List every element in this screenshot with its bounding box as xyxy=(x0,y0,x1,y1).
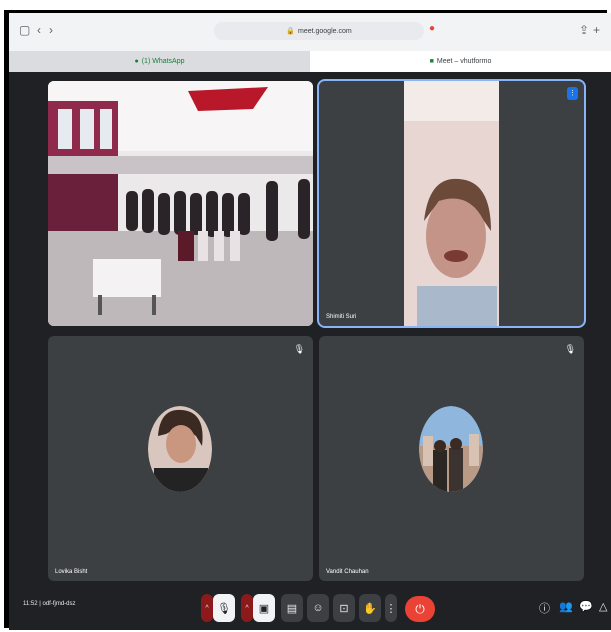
info-icon[interactable]: ⓘ xyxy=(539,600,550,616)
participant-name: Shimiti Suri xyxy=(326,314,357,320)
mic-off-icon: 🎙 xyxy=(293,344,305,354)
camera-off-icon: ▣ xyxy=(258,602,270,615)
more-vert-icon: ⋮ xyxy=(385,602,397,615)
present-button[interactable]: ⊡ xyxy=(333,594,355,622)
mic-indicator-icon[interactable]: ● xyxy=(429,23,435,34)
tab-strip: ● (1) WhatsApp ■ Meet – vhutformo xyxy=(9,51,611,72)
browser-chrome: ▢ ‹ › 🔒 meet.google.com ● ⇪ + ● (1) What… xyxy=(9,13,611,72)
people-icon[interactable]: 👥 xyxy=(559,600,573,613)
address-bar[interactable]: 🔒 meet.google.com xyxy=(214,22,424,40)
share-icon[interactable]: ⇪ xyxy=(579,23,589,37)
meeting-code: odf-fjmd-dsz xyxy=(42,601,76,607)
chevron-up-icon: ^ xyxy=(205,604,209,612)
tab-meet[interactable]: ■ Meet – vhutformo xyxy=(310,51,611,72)
participant-tile-vandit[interactable]: 🎙 Vandit Chauhan xyxy=(319,336,584,581)
room-video xyxy=(48,81,313,326)
activities-icon[interactable]: △ xyxy=(599,600,607,613)
pin-icon[interactable]: ⋮ xyxy=(567,87,578,100)
chevron-up-icon: ^ xyxy=(245,604,249,612)
sidebar-icon[interactable]: ▢ xyxy=(19,23,30,37)
participant-avatar xyxy=(419,406,483,492)
meeting-info: 11:52 | odf-fjmd-dsz xyxy=(23,601,76,607)
participant-tile-room[interactable] xyxy=(48,81,313,326)
participant-name: Vandit Chauhan xyxy=(326,569,369,575)
tab-label: (1) WhatsApp xyxy=(141,58,185,65)
meeting-time: 11:52 xyxy=(23,601,38,607)
forward-icon[interactable]: › xyxy=(49,23,53,37)
chat-icon[interactable]: 💬 xyxy=(579,600,593,613)
participant-avatar xyxy=(148,406,212,492)
mic-off-icon: 🎙 xyxy=(217,602,231,615)
mic-options-button[interactable]: ^ xyxy=(201,594,213,622)
whatsapp-icon: ● xyxy=(134,58,139,65)
mic-toggle-button[interactable]: 🎙 xyxy=(213,594,235,622)
captions-button[interactable]: ▤ xyxy=(281,594,303,622)
lock-icon: 🔒 xyxy=(286,28,295,35)
speaker-video xyxy=(404,81,499,326)
mic-off-icon: 🎙 xyxy=(564,344,576,354)
raise-hand-button[interactable]: ✋ xyxy=(359,594,381,622)
new-tab-icon[interactable]: + xyxy=(593,23,600,37)
emoji-icon: ☺ xyxy=(312,602,324,614)
camera-toggle-button[interactable]: ▣ xyxy=(253,594,275,622)
participant-name: Lovika Bisht xyxy=(55,569,88,575)
captions-icon: ▤ xyxy=(286,602,298,615)
tab-whatsapp[interactable]: ● (1) WhatsApp xyxy=(9,51,310,72)
more-options-button[interactable]: ⋮ xyxy=(385,594,397,622)
tab-label: Meet – vhutformo xyxy=(436,58,492,65)
meet-window: ⋮ Shimiti Suri 🎙 Lovika Bisht 🎙 Vandit C… xyxy=(9,72,611,630)
back-icon[interactable]: ‹ xyxy=(37,23,41,37)
meet-icon: ■ xyxy=(429,58,434,65)
browser-toolbar: ▢ ‹ › 🔒 meet.google.com ● ⇪ + xyxy=(9,13,611,49)
url-text: meet.google.com xyxy=(298,27,352,35)
emoji-button[interactable]: ☺ xyxy=(307,594,329,622)
meeting-controls: 11:52 | odf-fjmd-dsz ^ 🎙 ^ ▣ ▤ ☺ ⊡ ✋ ⋮ ⏻… xyxy=(9,586,611,630)
leave-call-button[interactable]: ⏻ xyxy=(405,596,435,622)
participant-tile-speaker[interactable]: ⋮ Shimiti Suri xyxy=(317,79,586,328)
hangup-icon: ⏻ xyxy=(415,601,425,616)
camera-options-button[interactable]: ^ xyxy=(241,594,253,622)
participant-tile-lovika[interactable]: 🎙 Lovika Bisht xyxy=(48,336,313,581)
hand-icon: ✋ xyxy=(363,602,377,615)
present-icon: ⊡ xyxy=(339,602,349,615)
